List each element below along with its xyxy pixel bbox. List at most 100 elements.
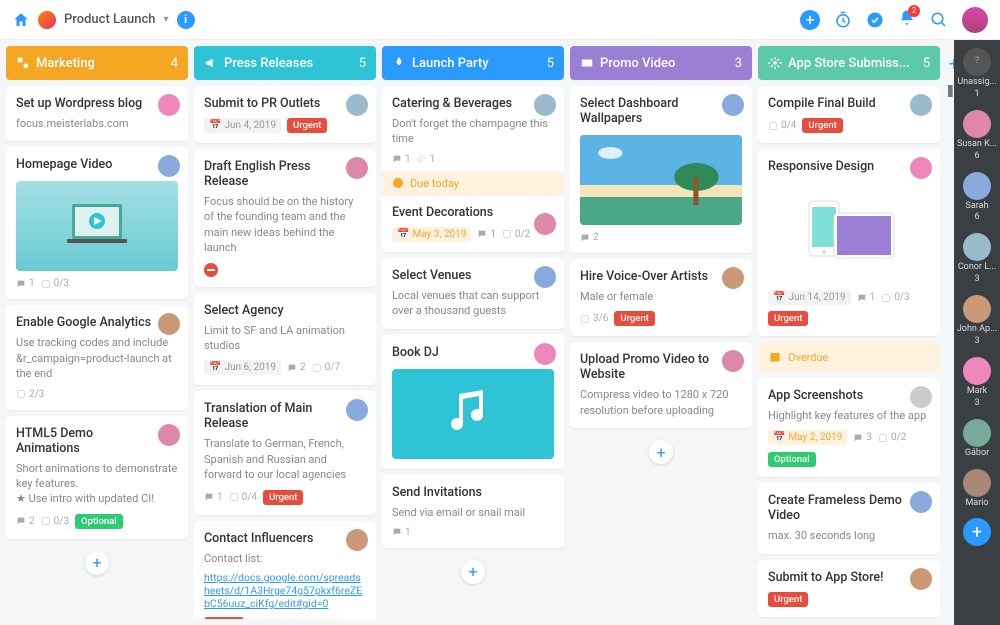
column-count: 5: [359, 56, 366, 71]
column-header[interactable]: Marketing 4: [6, 46, 188, 80]
column-title: App Store Submiss...: [788, 56, 910, 71]
card[interactable]: HTML5 Demo Animations Short animations t…: [6, 416, 188, 539]
card[interactable]: Responsive Design 📅 Jun 14, 201910/3Urge…: [758, 149, 940, 336]
add-button[interactable]: +: [800, 10, 820, 30]
sidebar-member[interactable]: Susan K...6: [957, 110, 997, 162]
column-count: 5: [547, 56, 554, 71]
card[interactable]: Translation of Main Release Translate to…: [194, 391, 376, 514]
card-desc: Highlight key features of the app: [768, 408, 930, 423]
card-title: Set up Wordpress blog: [16, 96, 178, 111]
info-icon[interactable]: i: [177, 11, 195, 29]
checklist-count: 2/3: [16, 389, 44, 400]
timer-icon[interactable]: [834, 11, 852, 29]
card[interactable]: Hire Voice-Over Artists Male or female 3…: [570, 259, 752, 336]
sidebar-member[interactable]: Gábor: [963, 419, 991, 459]
card[interactable]: Submit to PR Outlets 📅 Jun 4, 2019Urgent: [194, 86, 376, 143]
card-title: Contact Influencers: [204, 531, 366, 546]
card[interactable]: Select Dashboard Wallpapers 2: [570, 86, 752, 253]
add-card-button[interactable]: +: [85, 551, 109, 575]
sidebar-member[interactable]: John Ap...3: [957, 295, 997, 347]
card[interactable]: Catering & Beverages Don't forget the ch…: [382, 86, 564, 175]
chevron-down-icon[interactable]: ▾: [164, 14, 169, 25]
comment-count: 1: [16, 278, 35, 289]
check-icon[interactable]: [866, 11, 884, 29]
card[interactable]: Homepage Video 1 0/3: [6, 147, 188, 299]
sidebar-member[interactable]: ?Unassig...1: [957, 48, 996, 100]
project-color-badge: [38, 11, 56, 29]
card[interactable]: Compile Final Build 0/4Urgent: [758, 86, 940, 143]
checklist-count: 0/2: [878, 432, 906, 443]
column-app-store: App Store Submiss... 5 Compile Final Bui…: [758, 46, 940, 619]
notification-button[interactable]: 2: [898, 9, 916, 31]
checklist-count: 3/6: [580, 313, 608, 324]
card-title: Responsive Design: [768, 159, 930, 174]
add-card-button[interactable]: +: [461, 560, 485, 584]
column-promo-video: Promo Video 3 Select Dashboard Wallpaper…: [570, 46, 752, 619]
sidebar-member[interactable]: Sarah6: [963, 172, 991, 224]
card-title: Create Frameless Demo Video: [768, 493, 930, 523]
card-link[interactable]: https://docs.google.com/spreadsheets/d/1…: [204, 571, 366, 610]
sidebar-member[interactable]: Mark3: [963, 357, 991, 409]
thumbnail-beach: [580, 135, 742, 225]
column-header[interactable]: Press Releases 5: [194, 46, 376, 80]
card-title: Hire Voice-Over Artists: [580, 269, 742, 284]
card[interactable]: Due today Event Decorations 📅 May 3, 201…: [382, 181, 564, 252]
card[interactable]: Select Venues Local venues that can supp…: [382, 258, 564, 329]
card[interactable]: Create Frameless Demo Video max. 30 seco…: [758, 483, 940, 553]
project-title[interactable]: Product Launch: [64, 12, 156, 27]
badge-optional: Optional: [75, 514, 123, 529]
assignee-avatar: [346, 157, 368, 179]
card[interactable]: Send Invitations Send via email or snail…: [382, 475, 564, 548]
card[interactable]: Set up Wordpress blog focus.meisterlabs.…: [6, 86, 188, 141]
assignee-avatar: [534, 213, 556, 235]
card-title: Submit to App Store!: [768, 570, 930, 585]
card[interactable]: Select Agency Limit to SF and LA animati…: [194, 293, 376, 386]
card[interactable]: Upload Promo Video to Website Compress v…: [570, 342, 752, 428]
card-title: Catering & Beverages: [392, 96, 554, 111]
column-header[interactable]: Promo Video 3: [570, 46, 752, 80]
add-member-button[interactable]: +: [963, 518, 991, 546]
sidebar-member[interactable]: Conor L...3: [958, 233, 996, 285]
card-desc: Local venues that can support over a tho…: [392, 288, 554, 319]
card-desc: focus.meisterlabs.com: [16, 116, 178, 131]
card[interactable]: Draft English Press Release Focus should…: [194, 149, 376, 287]
view-toggle-icon[interactable]: [946, 83, 954, 99]
card[interactable]: Book DJ: [382, 335, 564, 469]
comment-count: 1: [392, 527, 411, 538]
badge-optional: Optional: [768, 452, 816, 467]
assignee-avatar: [346, 529, 368, 551]
user-avatar[interactable]: [962, 7, 988, 33]
card-title: Select Agency: [204, 303, 366, 318]
card[interactable]: App Screenshots Highlight key features o…: [758, 378, 940, 477]
search-icon[interactable]: [930, 11, 948, 29]
card[interactable]: Contact Influencers Contact list: https:…: [194, 521, 376, 619]
add-card-button[interactable]: +: [649, 440, 673, 464]
badge-urgent: Urgent: [768, 592, 808, 607]
badge-urgent: Urgent: [287, 118, 327, 133]
card[interactable]: Submit to App Store! Urgent: [758, 560, 940, 617]
thumbnail-music: [392, 369, 554, 459]
column-header[interactable]: App Store Submiss... 5: [758, 46, 940, 80]
due-date: 📅 May 3, 2019: [392, 227, 471, 242]
column-header[interactable]: Launch Party 5: [382, 46, 564, 80]
due-date: 📅 Jun 14, 2019: [768, 290, 851, 305]
card-title: Book DJ: [392, 345, 554, 360]
column-count: 4: [171, 56, 178, 71]
card-title: App Screenshots: [768, 388, 930, 403]
megaphone-icon: [204, 56, 218, 70]
sidebar-member[interactable]: Mario: [963, 469, 991, 509]
home-icon[interactable]: [12, 11, 30, 29]
card-title: Homepage Video: [16, 157, 178, 172]
assignee-avatar: [910, 568, 932, 590]
card[interactable]: Enable Google Analytics Use tracking cod…: [6, 305, 188, 409]
card-desc: Translate to German, French, Spanish and…: [204, 436, 366, 482]
checklist-count: 0/4: [229, 492, 257, 503]
assignee-avatar: [158, 424, 180, 446]
card-title: Select Venues: [392, 268, 554, 283]
card-title: Send Invitations: [392, 485, 554, 500]
card-desc: Contact list:: [204, 551, 366, 566]
card-desc: Use tracking codes and include &r_campai…: [16, 335, 178, 381]
board: Marketing 4 Set up Wordpress blog focus.…: [0, 40, 954, 625]
checklist-count: 0/3: [41, 516, 69, 527]
assignee-avatar: [910, 94, 932, 116]
